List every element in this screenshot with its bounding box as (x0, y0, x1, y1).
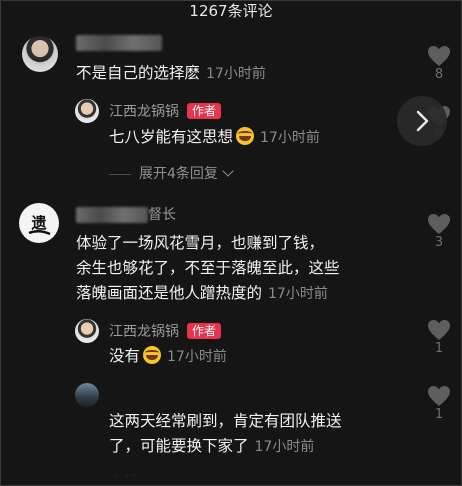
heart-icon (428, 214, 450, 234)
like-button[interactable]: 8 (419, 45, 459, 83)
comment-count-title: 1267条评论 (189, 2, 273, 20)
reply-text: 没有 17小时前 (109, 346, 227, 365)
comment-timestamp: 17小时前 (268, 286, 328, 302)
reply-author-name[interactable]: 江西龙锅锅 作者 (109, 101, 222, 121)
avatar[interactable] (75, 383, 99, 407)
chevron-down-icon (222, 165, 234, 177)
author-badge: 作者 (187, 103, 222, 119)
like-count: 1 (434, 341, 444, 356)
divider-line (109, 173, 131, 175)
like-count: 1 (434, 407, 444, 422)
reply-timestamp: 17小时前 (167, 349, 227, 365)
laughing-emoji-icon (236, 127, 255, 145)
laughing-emoji-icon (143, 346, 162, 364)
reply-author-name[interactable]: 江西龙锅锅 作者 (109, 321, 222, 341)
next-button[interactable] (397, 96, 447, 146)
heart-icon (428, 46, 450, 66)
comment-text: 不是自己的选择麽 17小时前 (76, 64, 266, 82)
bottom-fade (1, 456, 461, 485)
svg-text:遗: 遗 (30, 214, 46, 232)
author-badge: 作者 (187, 323, 222, 339)
like-button[interactable]: 1 (419, 319, 459, 357)
like-button[interactable]: 1 (419, 385, 459, 423)
avatar[interactable] (75, 99, 99, 123)
avatar[interactable] (75, 319, 99, 343)
heart-icon (428, 386, 450, 406)
avatar[interactable]: 遗 (19, 203, 59, 243)
comment-author-name[interactable]: 督长 (76, 204, 176, 224)
expand-replies-label: 展开4条回复 (139, 166, 218, 182)
reply-text: 七八岁能有这思想 17小时前 (109, 127, 320, 146)
avatar[interactable] (22, 36, 58, 72)
like-count: 8 (434, 67, 444, 82)
calligraphy-logo-icon: 遗 (28, 214, 51, 236)
like-count: 3 (434, 235, 444, 250)
comment-panel: 1267条评论 不是自己的选择麽 17小时前 8 江西龙锅锅 作者 七八岁能有这思想… (0, 0, 462, 486)
chevron-right-icon (416, 110, 429, 132)
reply-timestamp: 17小时前 (254, 439, 315, 455)
expand-replies-button[interactable]: 展开4条回复 (109, 163, 234, 183)
heart-icon (428, 320, 450, 340)
like-button[interactable]: 3 (419, 213, 459, 251)
comment-author-name[interactable] (76, 35, 162, 51)
reply-timestamp: 17小时前 (260, 130, 320, 146)
comment-timestamp: 17小时前 (206, 66, 266, 82)
comment-header: 1267条评论 (1, 1, 461, 27)
